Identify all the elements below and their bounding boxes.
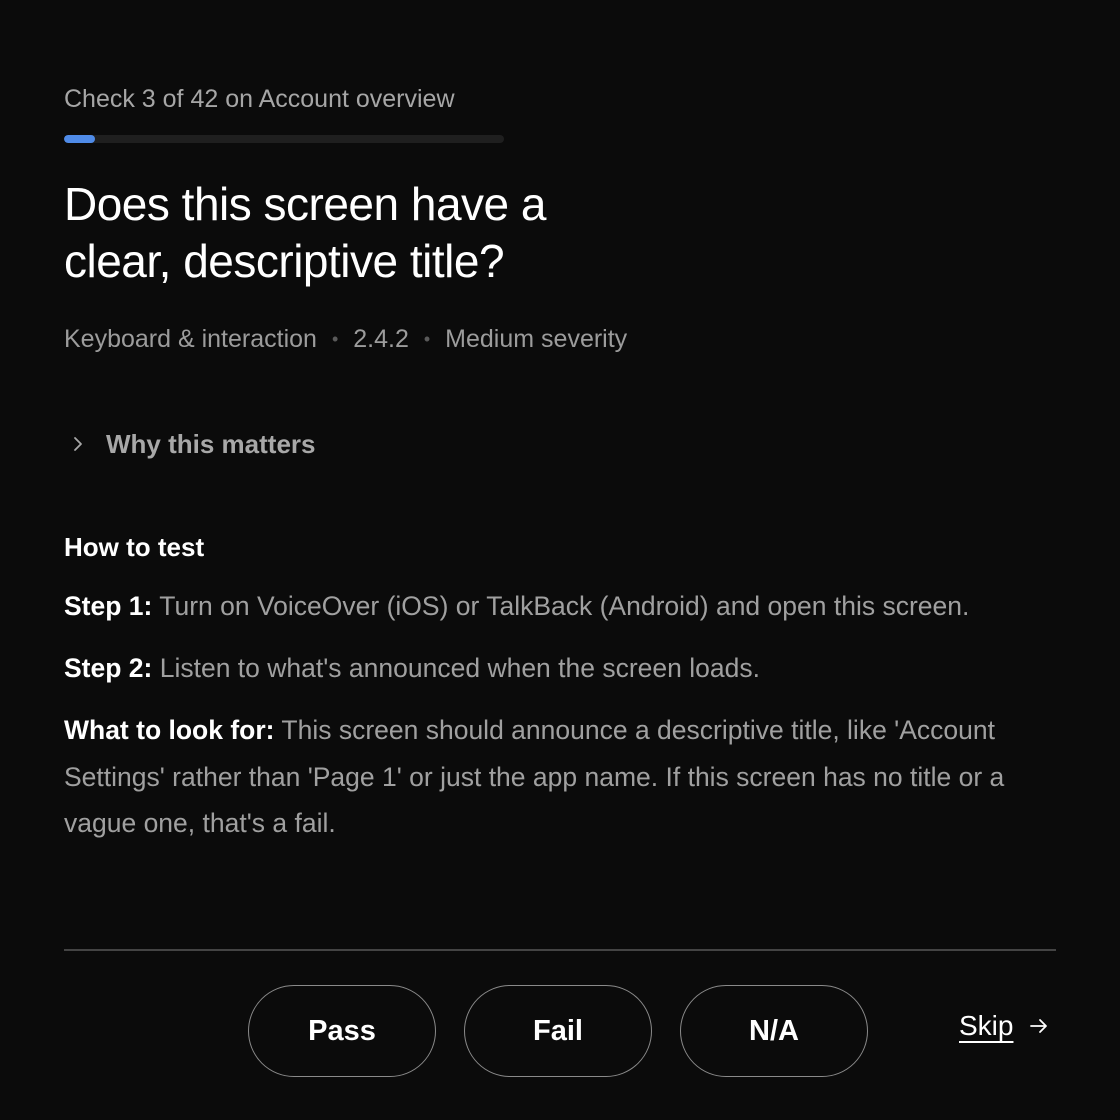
progress-bar-fill xyxy=(64,135,96,143)
pass-button[interactable]: Pass xyxy=(248,985,436,1077)
step-label: Step 1: xyxy=(64,591,153,621)
step-text: Turn on VoiceOver (iOS) or TalkBack (And… xyxy=(159,591,970,621)
why-this-matters-toggle[interactable]: Why this matters xyxy=(64,426,316,462)
meta-separator: • xyxy=(423,329,431,349)
test-step: Step 2: Listen to what's announced when … xyxy=(64,645,1060,692)
severity-label: Medium severity xyxy=(445,325,628,353)
step-label: Step 2: xyxy=(64,653,153,683)
criterion-label: 2.4.2 xyxy=(353,325,409,353)
test-step: What to look for: This screen should ann… xyxy=(64,707,1044,847)
category-label: Keyboard & interaction xyxy=(64,325,317,353)
arrow-right-icon xyxy=(1030,1019,1048,1033)
check-screen: Check 3 of 42 on Account overview Does t… xyxy=(64,0,1056,1120)
skip-link[interactable]: Skip xyxy=(959,1010,1051,1042)
check-meta: Keyboard & interaction • 2.4.2 • Medium seve… xyxy=(64,322,627,356)
question-title: Does this screen have a clear, descripti… xyxy=(64,178,547,287)
step-label: What to look for: xyxy=(64,715,275,745)
how-to-test-heading: How to test xyxy=(64,532,205,562)
progress-bar xyxy=(64,135,504,143)
why-this-matters-label: Why this matters xyxy=(106,428,316,459)
step-text: Listen to what's announced when the scre… xyxy=(159,653,760,683)
skip-label: Skip xyxy=(959,1010,1014,1041)
progress-label: Check 3 of 42 on Account overview xyxy=(64,85,455,113)
na-button[interactable]: N/A xyxy=(680,985,868,1077)
chevron-right-icon xyxy=(74,437,82,451)
meta-separator: • xyxy=(331,329,339,349)
test-step: Step 1: Turn on VoiceOver (iOS) or TalkB… xyxy=(64,583,1060,630)
divider xyxy=(64,949,1056,951)
fail-button[interactable]: Fail xyxy=(464,985,652,1077)
